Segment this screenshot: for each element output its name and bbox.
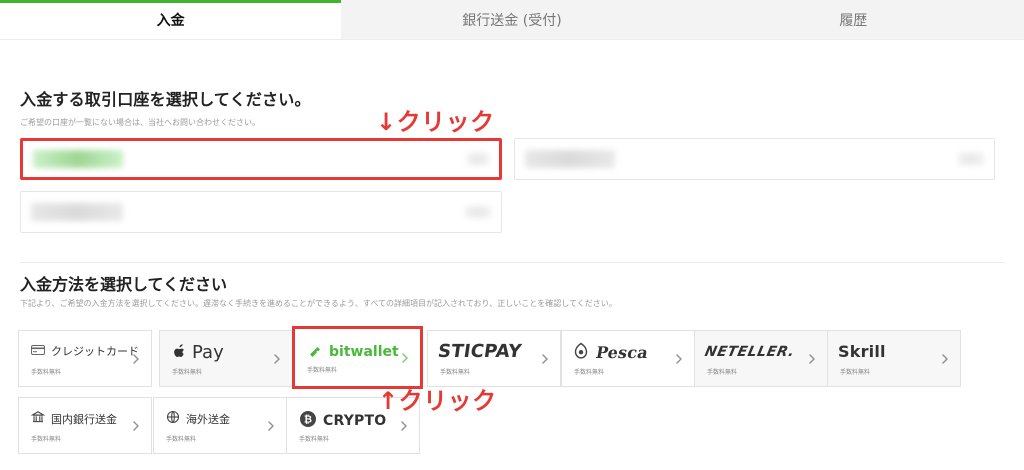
chevron-right-icon (268, 420, 274, 431)
method-skrill-fee: 手数料無料 (840, 369, 871, 376)
method-credit-card-label: クレジットカード (51, 345, 139, 358)
method-crypto-fee: 手数料無料 (299, 436, 330, 443)
method-skrill-title: Skrill (838, 344, 886, 360)
neteller-logo: NETELLER. (703, 344, 797, 360)
tab-history[interactable]: 履歴 (682, 0, 1024, 39)
method-neteller[interactable]: NETELLER. 手数料無料 (694, 330, 828, 387)
account-card-1[interactable] (20, 138, 502, 180)
chevron-right-icon (942, 353, 948, 364)
method-apple-pay-fee: 手数料無料 (172, 369, 203, 376)
blurred-account-balance-3 (465, 206, 491, 218)
method-crypto-title: ₿ CRYPTO (299, 410, 386, 431)
method-domestic-bank-fee: 手数料無料 (31, 436, 62, 443)
method-select-title: 入金方法を選択してください (20, 275, 228, 294)
tab-history-label: 履歴 (839, 12, 868, 29)
method-pesca[interactable]: Pesca 手数料無料 (561, 330, 695, 387)
tab-bank-transfer[interactable]: 銀行送金 (受付) (341, 0, 683, 39)
method-overseas-transfer-title: 海外送金 (166, 410, 230, 427)
credit-card-icon (31, 344, 45, 358)
chevron-right-icon (274, 353, 280, 364)
method-neteller-fee: 手数料無料 (707, 369, 738, 376)
method-apple-pay[interactable]: Pay 手数料無料 (159, 330, 293, 387)
tab-deposit-label: 入金 (156, 12, 185, 29)
blurred-account-balance-1 (467, 153, 489, 165)
main-content: 入金する取引口座を選択してください。 ご希望の口座が一覧にない場合は、当社へお問… (0, 86, 1024, 128)
tab-bank-transfer-label: 銀行送金 (受付) (462, 12, 562, 29)
method-bitwallet-label: bitwallet (329, 344, 399, 360)
method-domestic-bank-label: 国内銀行送金 (51, 412, 117, 426)
method-overseas-transfer-label: 海外送金 (186, 412, 230, 426)
account-card-3[interactable] (20, 191, 502, 233)
method-sticpay[interactable]: STICPAY 手数料無料 (427, 330, 561, 387)
sticpay-logo: STICPAY (436, 341, 523, 362)
click-annotation-top: ↓クリック (376, 108, 495, 136)
method-crypto-label: CRYPTO (323, 412, 387, 429)
bitwallet-icon (310, 347, 320, 357)
apple-icon (172, 344, 186, 361)
method-select-subtitle: 下記より、ご希望の入金方法を選択してください。遅滞なく手続きを進めることができる… (20, 299, 617, 308)
method-credit-card-fee: 手数料無料 (31, 369, 62, 376)
method-overseas-transfer-fee: 手数料無料 (166, 436, 197, 443)
tab-deposit[interactable]: 入金 (0, 0, 342, 39)
method-sticpay-title: STICPAY (436, 341, 523, 362)
method-neteller-title: NETELLER. (703, 344, 797, 360)
method-credit-card[interactable]: クレジットカード 手数料無料 (18, 330, 152, 387)
method-bitwallet-title: bitwallet (307, 344, 399, 360)
payment-methods: クレジットカード 手数料無料 Pay 手数料無料 bitwallet 手数料無料… (18, 326, 1008, 460)
blurred-account-name-1 (33, 150, 123, 168)
chevron-right-icon (133, 420, 139, 431)
account-select-subtitle: ご希望の口座が一覧にない場合は、当社へお問い合わせください。 (20, 118, 260, 127)
method-overseas-transfer[interactable]: 海外送金 手数料無料 (153, 397, 287, 454)
blurred-account-name-3 (31, 203, 123, 221)
method-pesca-title: Pesca (572, 342, 650, 363)
method-domestic-bank-title: 国内銀行送金 (30, 410, 117, 427)
account-cards (20, 138, 995, 243)
method-apple-pay-title: Pay (172, 342, 224, 363)
chevron-right-icon (809, 353, 815, 364)
method-bitwallet[interactable]: bitwallet 手数料無料 (292, 326, 423, 389)
chevron-right-icon (542, 353, 548, 364)
bank-icon (30, 410, 46, 427)
method-credit-card-title: クレジットカード (31, 343, 139, 359)
globe-icon (166, 410, 180, 427)
blurred-account-name-2 (525, 150, 615, 168)
pesca-icon (572, 342, 590, 363)
pesca-logo: Pesca (594, 342, 650, 362)
method-domestic-bank[interactable]: 国内銀行送金 手数料無料 (18, 397, 152, 454)
bitwallet-logo: bitwallet (307, 344, 399, 360)
bitcoin-icon: ₿ (299, 410, 317, 431)
chevron-right-icon (402, 352, 408, 363)
method-sticpay-fee: 手数料無料 (440, 369, 471, 376)
account-select-title: 入金する取引口座を選択してください。 (20, 90, 311, 109)
method-skrill[interactable]: Skrill 手数料無料 (827, 330, 961, 387)
svg-text:₿: ₿ (304, 414, 312, 426)
method-pesca-fee: 手数料無料 (574, 369, 605, 376)
chevron-right-icon (133, 353, 139, 364)
account-card-2[interactable] (514, 138, 995, 180)
chevron-right-icon (676, 353, 682, 364)
chevron-right-icon (401, 420, 407, 431)
click-annotation-bottom: ↑クリック (378, 387, 497, 415)
top-tabs: 入金 銀行送金 (受付) 履歴 (0, 0, 1024, 40)
method-bitwallet-fee: 手数料無料 (307, 367, 338, 374)
blurred-account-balance-2 (958, 153, 984, 165)
section-divider (20, 262, 1005, 263)
skrill-logo: Skrill (838, 342, 886, 361)
method-apple-pay-label: Pay (192, 342, 224, 363)
